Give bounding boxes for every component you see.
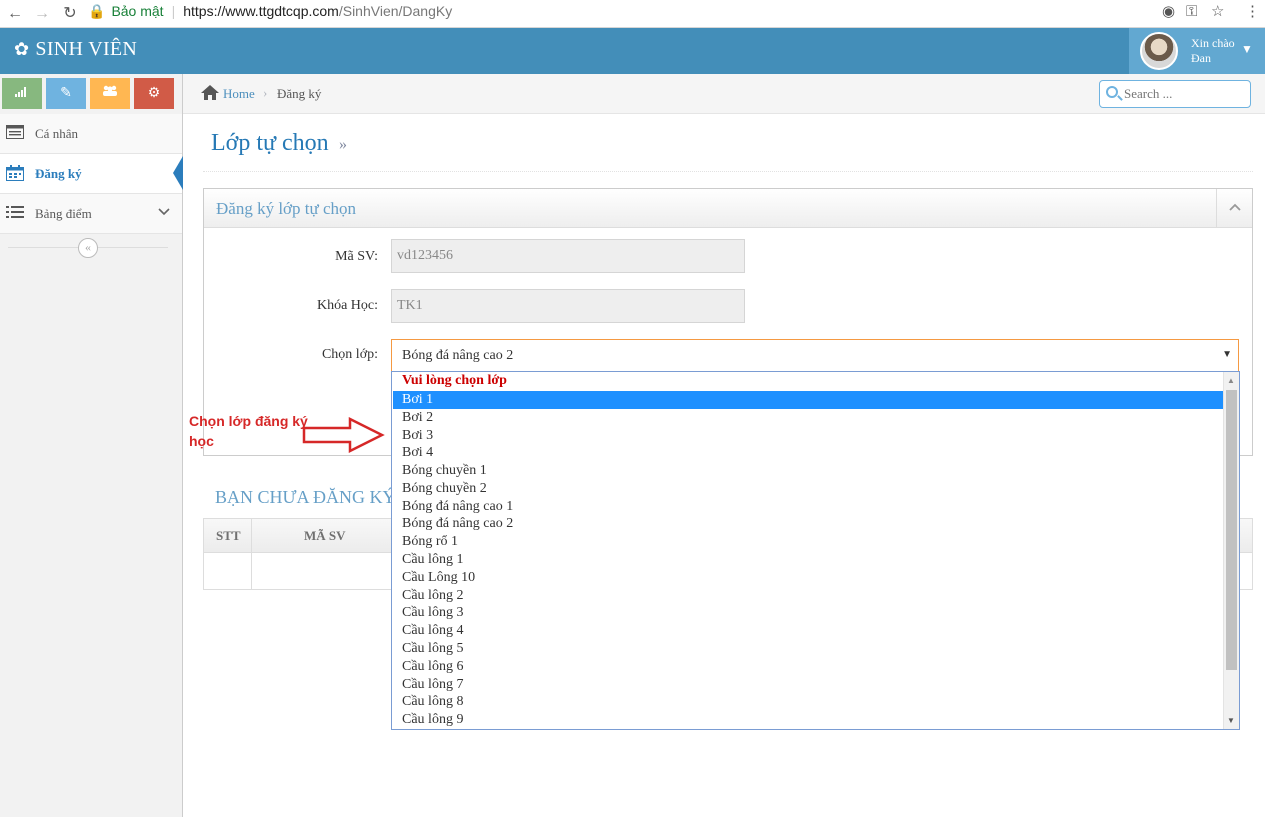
page-header: Lớp tự chọn » — [203, 120, 1253, 172]
list-icon — [6, 205, 24, 221]
dropdown-option[interactable]: Cầu lông 2 — [393, 587, 1223, 605]
dropdown-option[interactable]: Cầu lông 7 — [393, 676, 1223, 694]
caret-down-icon: ▼ — [1222, 349, 1232, 360]
dropdown-option[interactable]: Cầu lông 6 — [393, 658, 1223, 676]
greeting-line2: Đan — [1191, 51, 1211, 65]
home-icon[interactable] — [201, 85, 219, 105]
leaf-icon: ✿ — [14, 39, 30, 59]
course-field: TK1 — [391, 289, 745, 323]
dropdown-option[interactable]: Cầu lông 1 — [393, 551, 1223, 569]
class-dropdown-list[interactable]: Vui lòng chọn lớp Bơi 1 Bơi 2 Bơi 3 Bơi … — [391, 371, 1240, 730]
sidebar-collapse: « — [0, 234, 182, 262]
blocked-popup-icon[interactable]: ◉ — [1162, 1, 1175, 23]
forward-icon[interactable]: → — [31, 3, 53, 25]
star-icon[interactable]: ☆ — [1211, 1, 1224, 23]
dropdown-option[interactable]: Cầu lông 9 — [393, 711, 1223, 729]
breadcrumb-current: Đăng ký — [277, 86, 322, 101]
dropdown-option[interactable]: Bóng chuyền 1 — [393, 462, 1223, 480]
page-title-suffix: » — [339, 136, 347, 153]
scroll-up-icon[interactable]: ▲ — [1227, 376, 1235, 385]
dropdown-option[interactable]: Bóng rổ 1 — [393, 533, 1223, 551]
dropdown-option[interactable]: Bơi 4 — [393, 444, 1223, 462]
user-greeting: Xin chào Đan — [1191, 36, 1235, 66]
reload-icon[interactable]: ↻ — [59, 3, 81, 25]
secure-label: Bảo mật — [111, 3, 164, 19]
annotation-text: Chọn lớp đăng ký học — [189, 413, 308, 449]
search-box[interactable] — [1099, 80, 1251, 108]
address-bar[interactable]: 🔒 Bảo mật | https://www.ttgdtcqp.com/SinhVi… — [88, 0, 1238, 22]
chevron-right-icon: › — [263, 85, 268, 100]
calendar-icon — [6, 165, 24, 181]
dropdown-option[interactable]: Bóng chuyền 2 — [393, 480, 1223, 498]
dropdown-option[interactable]: Bơi 2 — [393, 409, 1223, 427]
class-select-label: Chọn lớp: — [321, 347, 378, 362]
dropdown-option[interactable]: Bơi 3 — [393, 427, 1223, 445]
class-select[interactable]: Bóng đá nâng cao 2 ▼ — [391, 339, 1239, 372]
sidebar-item-label: Bảng điểm — [35, 206, 92, 221]
dropdown-option[interactable]: Cầu Lông 10 — [393, 569, 1223, 587]
course-label: Khóa Học: — [316, 298, 378, 313]
sidebar: ✎ ⚙ Cá nhân Đăng ký Bảng điểm « — [0, 74, 183, 817]
breadcrumb-home[interactable]: Home — [223, 86, 255, 102]
student-id-field: vd123456 — [391, 239, 745, 273]
back-icon[interactable]: ← — [4, 3, 26, 25]
key-icon[interactable]: ⚿ — [1186, 1, 1197, 23]
sidebar-item-label: Đăng ký — [35, 166, 82, 181]
search-icon — [1106, 86, 1118, 98]
page-title: Lớp tự chọn — [211, 130, 329, 156]
student-id-label: Mã SV: — [335, 249, 378, 264]
browser-toolbar: ← → ↻ 🔒 Bảo mật | https://www.ttgdtcqp.com/… — [0, 0, 1265, 28]
dropdown-option[interactable]: Cầu lông 4 — [393, 622, 1223, 640]
column-header-stt: STT — [216, 528, 241, 543]
pencil-icon[interactable]: ✎ — [46, 78, 86, 109]
sidebar-item-personal[interactable]: Cá nhân — [0, 114, 182, 154]
lock-icon: 🔒 — [88, 3, 106, 19]
double-chevron-left-icon[interactable]: « — [78, 238, 98, 258]
dropdown-option[interactable]: Bơi 1 — [393, 391, 1223, 409]
widget-header: Đăng ký lớp tự chọn — [204, 189, 1252, 228]
search-input[interactable] — [1124, 85, 1244, 103]
column-divider — [251, 519, 252, 589]
dropdown-option[interactable]: Cầu lông 3 — [393, 604, 1223, 622]
sidebar-item-label: Cá nhân — [35, 126, 78, 141]
url-host: https://www.ttgdtcqp.com — [183, 3, 339, 19]
arrow-right-icon — [302, 417, 385, 453]
list-alt-icon — [6, 125, 24, 141]
widget-title: Đăng ký lớp tự chọn — [216, 199, 357, 218]
avatar — [1140, 32, 1178, 70]
dropdown-option[interactable]: Bóng đá nâng cao 1 — [393, 498, 1223, 516]
breadcrumb: Home › Đăng ký — [183, 74, 1265, 114]
dropdown-scrollbar[interactable]: ▲ ▼ — [1223, 372, 1239, 729]
dropdown-option[interactable]: Cầu lông 5 — [393, 640, 1223, 658]
class-select-value: Bóng đá nâng cao 2 — [402, 348, 514, 363]
sidebar-shortcuts: ✎ ⚙ — [0, 74, 182, 114]
sidebar-item-register[interactable]: Đăng ký — [0, 154, 183, 194]
column-header-student-id: MÃ SV — [304, 528, 346, 543]
registration-table-title-text: BẠN CHƯA ĐĂNG KÝ — [215, 487, 396, 507]
scrollbar-thumb[interactable] — [1226, 390, 1237, 670]
dropdown-option[interactable]: Cầu lông 8 — [393, 693, 1223, 711]
signal-icon[interactable] — [2, 78, 42, 109]
menu-dots-icon[interactable]: ⋮ — [1245, 1, 1260, 23]
cogs-icon[interactable]: ⚙ — [134, 78, 174, 109]
dropdown-option-placeholder[interactable]: Vui lòng chọn lớp — [393, 372, 1223, 390]
chevron-up-icon[interactable] — [1216, 189, 1252, 228]
greeting-line1: Xin chào — [1191, 36, 1235, 50]
user-menu[interactable]: Xin chào Đan ▼ — [1129, 28, 1265, 74]
users-icon[interactable] — [90, 78, 130, 109]
dropdown-option[interactable]: Bóng đá nâng cao 2 — [393, 515, 1223, 533]
caret-down-icon: ▼ — [1241, 42, 1253, 56]
address-divider: | — [171, 3, 176, 19]
brand-label: SINH VIÊN — [35, 38, 138, 60]
url-path: /SinhVien/DangKy — [338, 3, 453, 19]
chevron-down-icon — [158, 205, 170, 221]
sidebar-item-grades[interactable]: Bảng điểm — [0, 194, 182, 234]
scroll-down-icon[interactable]: ▼ — [1227, 716, 1235, 725]
app-header: ✿ SINH VIÊN Xin chào Đan ▼ — [0, 28, 1265, 74]
brand[interactable]: ✿ SINH VIÊN — [14, 38, 137, 61]
